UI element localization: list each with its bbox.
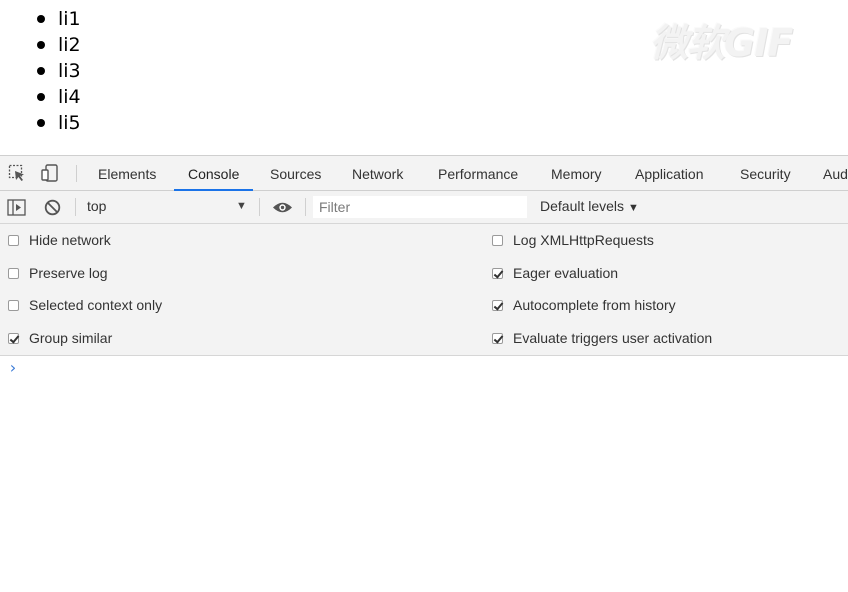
setting-label: Group similar	[29, 330, 113, 346]
setting-label: Eager evaluation	[513, 265, 619, 281]
tab-sources[interactable]: Sources	[270, 156, 321, 190]
list-item: li3	[37, 58, 81, 84]
console-prompt[interactable]: ›	[8, 358, 18, 377]
setting-label: Autocomplete from history	[513, 297, 676, 313]
setting-label: Evaluate triggers user activation	[513, 330, 713, 346]
tab-performance[interactable]: Performance	[438, 156, 518, 190]
tabbar-divider	[76, 165, 77, 182]
toolbar-divider	[259, 198, 260, 216]
list-item: li4	[37, 84, 81, 110]
list-item: li5	[37, 110, 81, 136]
tab-memory[interactable]: Memory	[551, 156, 602, 190]
checkbox[interactable]	[492, 235, 503, 246]
checkbox[interactable]	[8, 268, 19, 279]
show-sidebar-icon[interactable]	[7, 199, 26, 221]
context-selector[interactable]: top	[87, 198, 106, 214]
chevron-down-icon[interactable]: ▼	[236, 200, 247, 212]
checkbox-checked[interactable]	[492, 300, 503, 311]
toolbar-divider	[305, 198, 306, 216]
setting-label: Preserve log	[29, 265, 108, 281]
inspect-element-icon[interactable]	[8, 164, 26, 182]
checkbox-checked[interactable]	[8, 333, 19, 344]
toolbar-divider	[75, 198, 76, 216]
tab-security[interactable]: Security	[740, 156, 791, 190]
setting-label: Selected context only	[29, 297, 163, 313]
tab-network[interactable]: Network	[352, 156, 403, 190]
tab-console[interactable]: Console	[173, 156, 254, 191]
tab-application[interactable]: Application	[635, 156, 704, 190]
chevron-down-icon: ▼	[627, 202, 639, 214]
clear-console-icon[interactable]	[44, 199, 61, 221]
tab-elements[interactable]: Elements	[98, 156, 156, 190]
checkbox-checked[interactable]	[492, 268, 503, 279]
live-expression-eye-icon[interactable]	[272, 201, 293, 219]
setting-label: Log XMLHttpRequests	[513, 232, 654, 248]
log-levels-label: Default levels	[540, 198, 625, 214]
devtools-tabbar: Elements Console Sources Network Perform…	[0, 156, 848, 191]
console-settings-pane: Hide network Preserve log Selected conte…	[0, 224, 848, 356]
filter-input[interactable]	[313, 196, 527, 218]
checkbox[interactable]	[8, 235, 19, 246]
list-item: li1	[37, 6, 81, 32]
checkbox-checked[interactable]	[492, 333, 503, 344]
page-content: li1 li2 li3 li4 li5 微软GIF	[0, 0, 848, 155]
item-list: li1 li2 li3 li4 li5	[37, 6, 81, 136]
console-toolbar: top ▼ Default levels ▼	[0, 191, 848, 224]
tab-audits[interactable]: Aud	[823, 156, 848, 190]
devtools-panel: Elements Console Sources Network Perform…	[0, 155, 848, 592]
list-item: li2	[37, 32, 81, 58]
setting-label: Hide network	[29, 232, 111, 248]
log-levels-dropdown[interactable]: Default levels ▼	[540, 198, 639, 214]
watermark-logo: 微软GIF	[650, 21, 793, 65]
checkbox[interactable]	[8, 300, 19, 311]
device-toolbar-icon[interactable]	[41, 164, 59, 182]
